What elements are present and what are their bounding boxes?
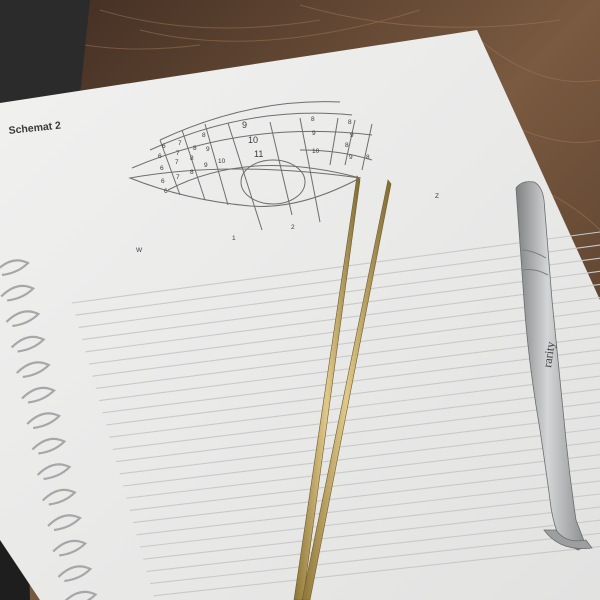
svg-text:1: 1 (232, 235, 236, 242)
svg-text:10: 10 (312, 148, 320, 155)
svg-text:7: 7 (176, 174, 180, 181)
svg-text:8: 8 (311, 116, 315, 123)
svg-text:8: 8 (348, 119, 352, 126)
svg-text:11: 11 (254, 149, 263, 159)
svg-text:8: 8 (190, 169, 194, 176)
svg-text:8: 8 (190, 155, 194, 162)
svg-text:7: 7 (175, 159, 179, 166)
svg-text:10: 10 (248, 135, 258, 145)
svg-text:6: 6 (160, 165, 164, 172)
svg-text:6: 6 (158, 153, 162, 160)
svg-text:6: 6 (161, 178, 165, 185)
notebook-page (0, 30, 600, 600)
photo-svg: Schemat 2 9 10 11 6 7 8 6 7 8 6 7 8 9 6 … (0, 0, 600, 600)
svg-text:2: 2 (291, 224, 295, 231)
svg-text:7: 7 (176, 150, 180, 157)
svg-text:7: 7 (178, 140, 182, 147)
svg-text:6: 6 (162, 143, 166, 150)
svg-text:8: 8 (366, 154, 370, 161)
svg-text:9: 9 (204, 162, 208, 169)
svg-text:8: 8 (345, 142, 349, 149)
svg-text:9: 9 (312, 130, 316, 137)
svg-text:9: 9 (206, 146, 210, 153)
svg-text:9: 9 (242, 120, 247, 130)
svg-text:Z: Z (435, 193, 439, 200)
photo-scene: Schemat 2 9 10 11 6 7 8 6 7 8 6 7 8 9 6 … (0, 0, 600, 600)
svg-text:9: 9 (349, 154, 353, 161)
svg-text:10: 10 (218, 158, 226, 165)
svg-text:8: 8 (202, 132, 206, 139)
svg-text:9: 9 (350, 132, 354, 139)
svg-text:W: W (136, 247, 143, 254)
svg-text:6: 6 (164, 188, 168, 195)
svg-text:8: 8 (193, 145, 197, 152)
